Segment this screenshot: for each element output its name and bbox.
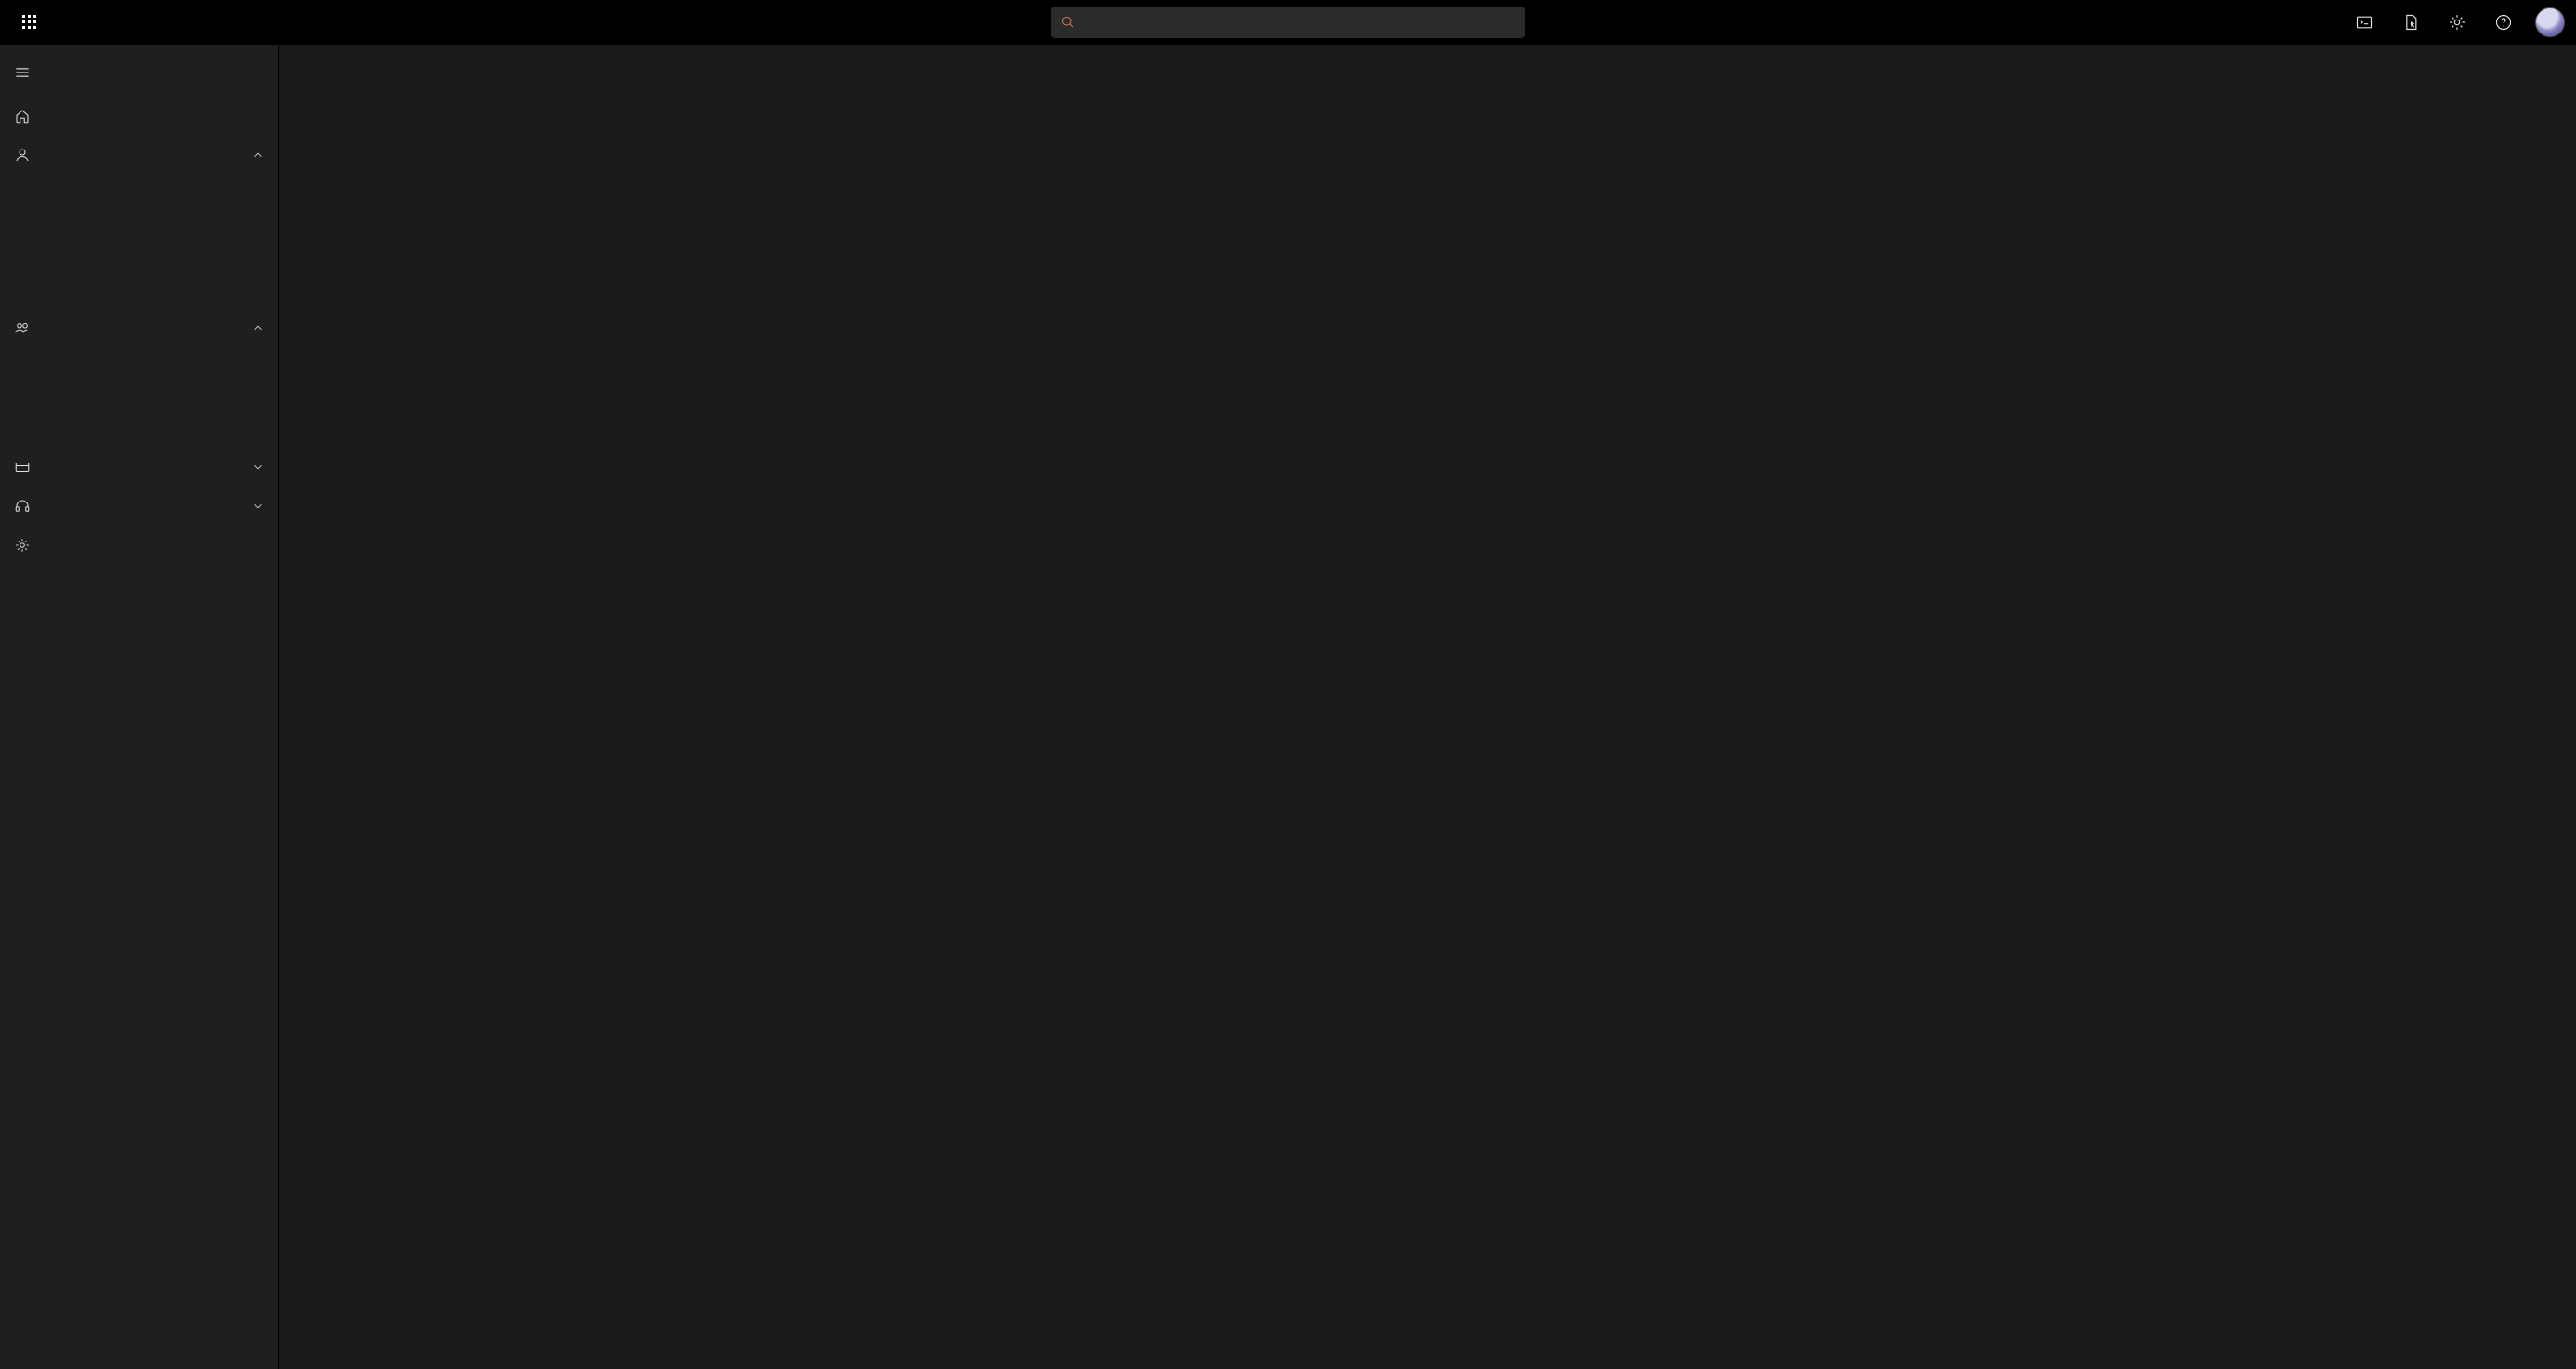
app-launcher-icon[interactable] — [7, 0, 52, 45]
settings-gear-icon[interactable] — [2437, 2, 2478, 43]
topbar-right — [2344, 2, 2569, 43]
global-search[interactable] — [1051, 7, 1525, 38]
sidebar-item-contacts[interactable] — [0, 208, 278, 241]
sidebar — [0, 45, 279, 1369]
sidebar-item-shared-mailboxes[interactable] — [0, 414, 278, 448]
sidebar-item-billing[interactable] — [0, 448, 278, 487]
sidebar-item-active-users[interactable] — [0, 175, 278, 208]
chevron-up-icon — [252, 321, 265, 334]
sidebar-item-users[interactable] — [0, 136, 278, 175]
avatar[interactable] — [2535, 7, 2565, 37]
user-icon — [13, 146, 32, 164]
sidebar-item-settings[interactable] — [0, 526, 278, 565]
headset-icon — [13, 497, 32, 515]
sidebar-item-home[interactable] — [0, 97, 278, 136]
topbar — [0, 0, 2576, 45]
chevron-down-icon — [252, 500, 265, 513]
gear-icon — [13, 536, 32, 554]
chevron-down-icon — [252, 461, 265, 474]
sidebar-item-deleted-users[interactable] — [0, 275, 278, 308]
global-search-input[interactable] — [1085, 15, 1516, 31]
nav-toggle-icon[interactable] — [0, 54, 45, 91]
sidebar-item-guest-users[interactable] — [0, 241, 278, 275]
people-icon — [13, 319, 32, 337]
file-pointer-icon[interactable] — [2390, 2, 2431, 43]
search-icon — [1060, 15, 1075, 30]
sidebar-item-active-teams[interactable] — [0, 347, 278, 381]
card-icon — [13, 458, 32, 476]
help-icon[interactable] — [2483, 2, 2524, 43]
sidebar-item-support[interactable] — [0, 487, 278, 526]
shell-console-icon[interactable] — [2344, 2, 2385, 43]
sidebar-item-teams-groups[interactable] — [0, 308, 278, 347]
sidebar-item-deleted-groups[interactable] — [0, 381, 278, 414]
home-icon — [13, 107, 32, 125]
chevron-up-icon — [252, 149, 265, 162]
